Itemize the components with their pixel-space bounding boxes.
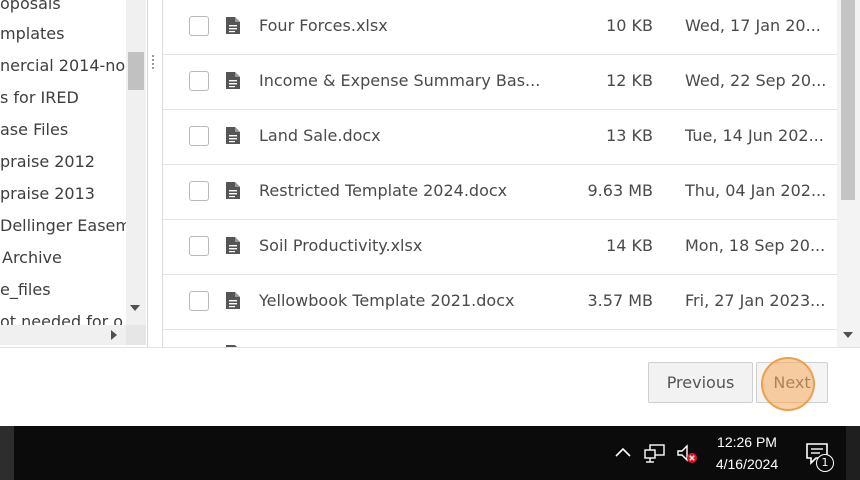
tree-item[interactable]: nercial 2014-no f <box>0 54 136 78</box>
pagination-footer: Previous Next <box>0 347 860 426</box>
file-modified: Wed, 22 Sep 20... <box>685 71 827 90</box>
tree-item[interactable]: Archive <box>2 246 62 270</box>
row-checkbox[interactable] <box>189 181 209 201</box>
row-checkbox[interactable] <box>189 126 209 146</box>
scroll-down-arrow-icon[interactable] <box>843 332 853 338</box>
network-icon[interactable] <box>644 444 666 464</box>
document-icon <box>226 292 240 309</box>
clock-time: 12:26 PM <box>717 434 777 450</box>
tree-item[interactable]: ase Files <box>0 118 68 142</box>
tree-item[interactable]: Dellinger Easeme <box>0 214 141 238</box>
pane-splitter[interactable] <box>147 0 161 347</box>
table-row[interactable]: Restricted Template 2024.docx 9.63 MB Th… <box>163 165 837 220</box>
tree-item[interactable]: e_files <box>0 278 51 302</box>
tree-item[interactable]: mplates <box>0 22 64 46</box>
table-row[interactable]: Soil Productivity.xlsx 14 KB Mon, 18 Sep… <box>163 220 837 275</box>
previous-button[interactable]: Previous <box>648 362 753 403</box>
file-size: 12 KB <box>606 71 653 90</box>
file-modified: Thu, 04 Jan 202... <box>685 181 827 200</box>
taskbar-app-button[interactable] <box>0 426 14 480</box>
file-modified: Fri, 27 Jan 2023... <box>685 291 826 310</box>
clock-date: 4/16/2024 <box>715 456 779 472</box>
file-modified: Mon, 18 Sep 20... <box>685 236 826 255</box>
file-modified: Wed, 17 Jan 20... <box>685 16 821 35</box>
document-icon <box>226 72 240 89</box>
file-name[interactable]: Four Forces.xlsx <box>259 16 388 35</box>
scroll-down-arrow-icon[interactable] <box>130 305 140 311</box>
document-icon <box>226 127 240 144</box>
file-name[interactable]: Yellowbook Template 2021.docx <box>259 291 514 310</box>
document-icon <box>226 237 240 254</box>
table-row[interactable]: Four Forces.xlsx 10 KB Wed, 17 Jan 20... <box>163 0 837 55</box>
file-size: 3.57 MB <box>587 291 654 310</box>
scrollbar-corner <box>126 325 146 345</box>
scrollbar-thumb[interactable] <box>841 0 855 200</box>
file-size: 9.63 MB <box>587 181 654 200</box>
row-checkbox[interactable] <box>189 291 209 311</box>
tree-vertical-scrollbar[interactable] <box>126 0 146 325</box>
table-row[interactable]: Yellowbook Template 2021.docx 3.57 MB Fr… <box>163 275 837 330</box>
tree-item[interactable]: s for IRED <box>0 86 79 110</box>
tree-item[interactable]: praise 2012 <box>0 150 95 174</box>
file-name[interactable]: Soil Productivity.xlsx <box>259 236 422 255</box>
file-size: 13 KB <box>606 126 653 145</box>
table-row-partial <box>163 330 837 347</box>
file-name[interactable]: Restricted Template 2024.docx <box>259 181 507 200</box>
scroll-right-arrow-icon[interactable] <box>111 330 117 340</box>
system-clock[interactable]: 12:26 PM 4/16/2024 <box>702 431 792 475</box>
volume-muted-icon[interactable] <box>676 444 698 464</box>
file-table: Four Forces.xlsx 10 KB Wed, 17 Jan 20...… <box>162 0 837 347</box>
taskbar: 12:26 PM 4/16/2024 1 <box>0 426 860 480</box>
next-button[interactable]: Next <box>756 362 828 403</box>
tree-item[interactable]: oposals <box>0 0 61 16</box>
file-size: 14 KB <box>606 236 653 255</box>
file-size: 10 KB <box>606 16 653 35</box>
file-name[interactable]: Land Sale.docx <box>259 126 381 145</box>
tree-item[interactable]: praise 2013 <box>0 182 95 206</box>
table-row[interactable]: Income & Expense Summary Bas... 12 KB We… <box>163 55 837 110</box>
tree-horizontal-scrollbar[interactable] <box>0 325 126 345</box>
scrollbar-thumb[interactable] <box>128 52 144 90</box>
row-checkbox[interactable] <box>189 71 209 91</box>
folder-tree: oposals mplates nercial 2014-no f s for … <box>0 0 147 347</box>
row-checkbox[interactable] <box>189 16 209 36</box>
show-desktop-button[interactable] <box>846 426 860 480</box>
notification-count-badge: 1 <box>816 454 834 472</box>
document-icon <box>226 182 240 199</box>
table-vertical-scrollbar[interactable] <box>837 0 860 347</box>
table-row[interactable]: Land Sale.docx 13 KB Tue, 14 Jun 202... <box>163 110 837 165</box>
file-name[interactable]: Income & Expense Summary Bas... <box>259 71 540 90</box>
splitter-grip-icon[interactable] <box>152 55 155 69</box>
file-modified: Tue, 14 Jun 202... <box>685 126 824 145</box>
chevron-up-icon[interactable] <box>614 446 632 458</box>
document-icon <box>226 17 240 34</box>
row-checkbox[interactable] <box>189 236 209 256</box>
